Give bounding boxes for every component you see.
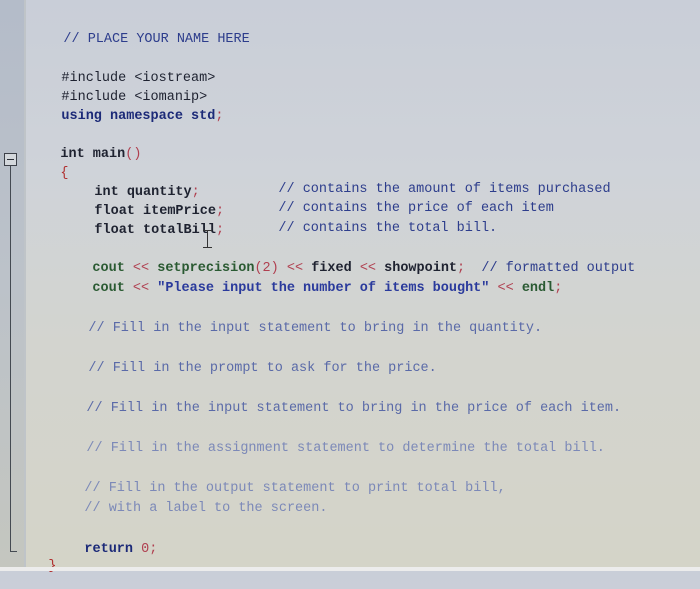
gutter-divider: [24, 0, 26, 571]
cout-keyword: cout: [92, 281, 125, 296]
code-line-todo-comment: // Fill in the input statement to bring …: [56, 306, 542, 351]
code-line-decl-comment: // contains the total bill.: [246, 206, 497, 251]
semicolon: ;: [149, 542, 158, 557]
comment: // contains the total bill.: [278, 221, 498, 236]
comment: // Fill in the prompt to ask for the pri…: [88, 361, 437, 376]
code-line-todo-comment: // Fill in the assignment statement to d…: [54, 426, 605, 471]
bottom-edge: [0, 567, 700, 571]
comment: // Fill in the input statement to bring …: [86, 401, 622, 416]
text-cursor-icon: [203, 229, 212, 249]
comment: // Fill in the input statement to bring …: [88, 321, 543, 336]
return-keyword: return: [84, 542, 134, 557]
main-signature: int main: [60, 147, 126, 162]
stream-operator: <<: [132, 281, 150, 296]
comment: // PLACE YOUR NAME HERE: [63, 32, 250, 47]
code-line-todo-comment: // Fill in the prompt to ask for the pri…: [56, 346, 437, 391]
endl-manipulator: endl: [521, 281, 555, 296]
semicolon: ;: [215, 109, 224, 124]
main-parens: (): [125, 147, 142, 162]
code-line-todo-comment: // with a label to the screen.: [52, 486, 327, 531]
comment: // Fill in the assignment statement to d…: [86, 441, 605, 456]
code-line-cout-prompt: cout << "Please input the number of item…: [60, 266, 562, 311]
comment: // with a label to the screen.: [84, 501, 328, 516]
decl-type: float: [94, 223, 135, 238]
code-editor[interactable]: // PLACE YOUR NAME HERE #include <iostre…: [0, 0, 635, 574]
code-line-return: return 0;: [52, 527, 157, 572]
code-line-todo-comment: // Fill in the input statement to bring …: [54, 386, 621, 431]
string-literal: "Please input the number of items bought…: [157, 281, 490, 296]
semicolon: ;: [554, 281, 563, 296]
using-statement: using namespace std: [61, 109, 216, 124]
semicolon: ;: [215, 223, 225, 238]
stream-operator: <<: [497, 281, 514, 296]
